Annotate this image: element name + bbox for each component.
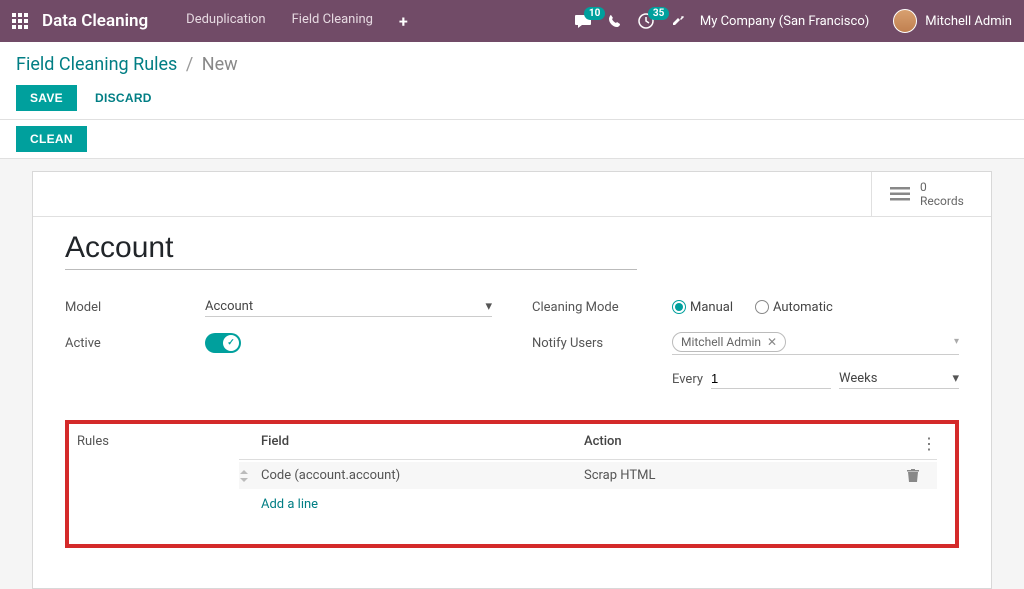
- row-field-cell[interactable]: Code (account.account): [261, 468, 584, 483]
- breadcrumb-sep: /: [186, 54, 193, 75]
- messages-icon[interactable]: 10: [574, 13, 592, 29]
- check-icon: ✓: [223, 335, 239, 351]
- activities-icon[interactable]: 35: [638, 13, 654, 29]
- rules-table: Field Action ⋮ Code (account.account) Sc…: [239, 428, 955, 514]
- messages-badge: 10: [584, 7, 605, 20]
- radio-manual-label: Manual: [690, 300, 733, 315]
- table-row[interactable]: Code (account.account) Scrap HTML: [239, 462, 937, 489]
- stat-buttons: 0 Records: [33, 172, 991, 217]
- nav-tools: 10 35 My Company (San Francisco) Mitchel…: [574, 9, 1012, 33]
- save-button[interactable]: SAVE: [16, 85, 77, 111]
- records-count: 0: [920, 180, 964, 194]
- top-navbar: Data Cleaning Deduplication Field Cleani…: [0, 0, 1024, 42]
- activities-badge: 35: [648, 7, 669, 20]
- active-toggle[interactable]: ✓: [205, 333, 241, 353]
- cleaning-mode-label: Cleaning Mode: [532, 300, 672, 315]
- nav-plus-icon[interactable]: +: [389, 6, 418, 37]
- avatar: [893, 9, 917, 33]
- user-tag[interactable]: Mitchell Admin ✕: [672, 332, 786, 352]
- radio-icon: [672, 300, 686, 314]
- breadcrumb-parent[interactable]: Field Cleaning Rules: [16, 54, 177, 75]
- form-sheet: 0 Records Model Account ▾: [32, 171, 992, 589]
- control-panel: Field Cleaning Rules / New SAVE DISCARD: [0, 42, 1024, 120]
- col-field-header[interactable]: Field: [261, 434, 584, 453]
- drag-handle-icon[interactable]: [239, 470, 261, 482]
- rules-label: Rules: [69, 428, 239, 514]
- every-input[interactable]: [711, 369, 831, 389]
- row-action-cell[interactable]: Scrap HTML: [584, 468, 907, 483]
- nav-field-cleaning[interactable]: Field Cleaning: [282, 6, 383, 37]
- records-stat-button[interactable]: 0 Records: [871, 172, 991, 216]
- breadcrumb: Field Cleaning Rules / New: [16, 54, 1008, 75]
- kebab-icon[interactable]: ⋮: [907, 434, 937, 453]
- breadcrumb-current: New: [202, 54, 238, 75]
- notify-users-field[interactable]: Mitchell Admin ✕ ▾: [672, 332, 959, 355]
- records-label: Records: [920, 194, 964, 208]
- tools-icon[interactable]: [670, 14, 684, 28]
- status-bar: CLEAN: [0, 120, 1024, 159]
- chevron-down-icon: ▾: [952, 371, 959, 386]
- discard-button[interactable]: DISCARD: [81, 85, 166, 111]
- radio-manual[interactable]: Manual: [672, 300, 733, 315]
- title-input[interactable]: [65, 229, 637, 270]
- radio-icon: [755, 300, 769, 314]
- nav-deduplication[interactable]: Deduplication: [176, 6, 275, 37]
- clean-button[interactable]: CLEAN: [16, 126, 87, 152]
- every-label: Every: [672, 372, 703, 387]
- add-line-link[interactable]: Add a line: [239, 489, 937, 514]
- model-value: Account: [205, 299, 253, 314]
- model-select[interactable]: Account ▾: [205, 297, 492, 317]
- nav-menu: Deduplication Field Cleaning +: [176, 6, 418, 37]
- radio-automatic-label: Automatic: [773, 300, 833, 315]
- phone-icon[interactable]: [608, 14, 622, 28]
- active-label: Active: [65, 336, 205, 351]
- company-switcher[interactable]: My Company (San Francisco): [700, 14, 869, 29]
- every-unit-select[interactable]: Weeks ▾: [839, 369, 959, 389]
- model-label: Model: [65, 300, 205, 315]
- tag-label: Mitchell Admin: [681, 335, 761, 349]
- radio-automatic[interactable]: Automatic: [755, 300, 833, 315]
- chevron-down-icon: ▾: [485, 299, 492, 314]
- col-action-header[interactable]: Action: [584, 434, 907, 453]
- bars-icon: [890, 186, 910, 202]
- chevron-down-icon: ▾: [954, 336, 959, 347]
- rules-section: Rules Field Action ⋮ Code (accou: [65, 420, 959, 548]
- every-unit-value: Weeks: [839, 371, 877, 386]
- notify-users-label: Notify Users: [532, 336, 672, 351]
- trash-icon[interactable]: [907, 469, 937, 483]
- username-label: Mitchell Admin: [925, 14, 1012, 29]
- close-icon[interactable]: ✕: [767, 335, 777, 349]
- user-menu[interactable]: Mitchell Admin: [893, 9, 1012, 33]
- apps-icon[interactable]: [12, 13, 28, 29]
- brand-title[interactable]: Data Cleaning: [42, 11, 148, 31]
